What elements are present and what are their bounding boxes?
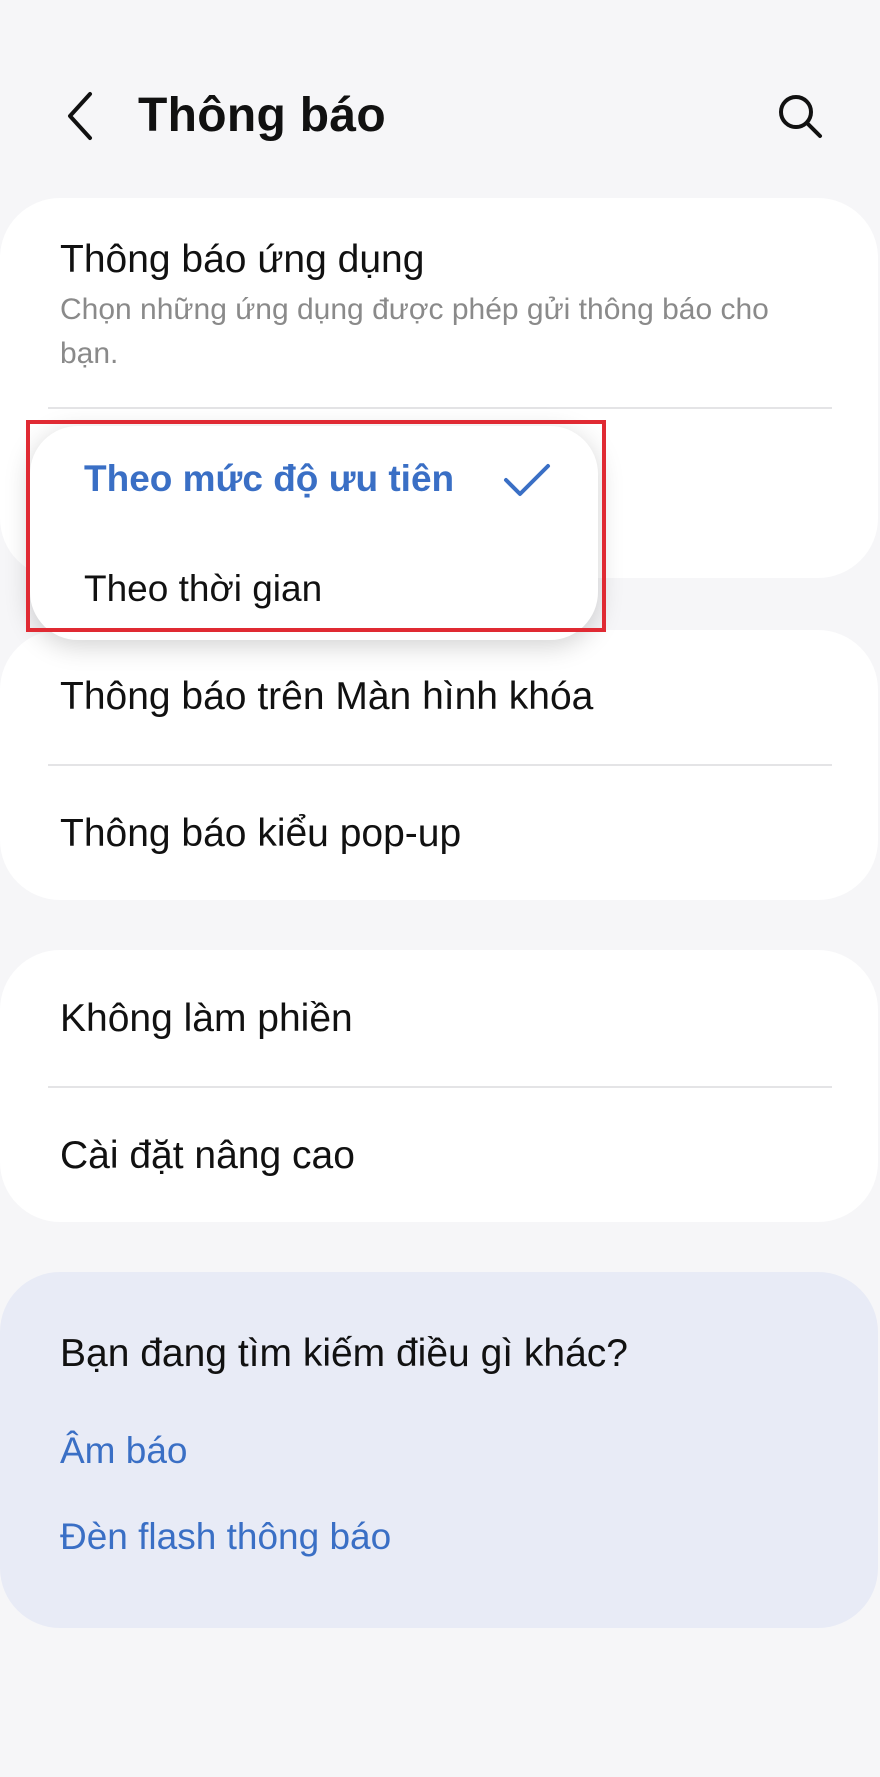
- advanced-settings-item[interactable]: Cài đặt nâng cao: [60, 1132, 355, 1180]
- dropdown-option-time[interactable]: Theo thời gian: [84, 566, 322, 612]
- back-button[interactable]: [52, 88, 108, 144]
- lockscreen-notifications-item[interactable]: Thông báo trên Màn hình khóa: [60, 673, 593, 721]
- dropdown-option-priority[interactable]: Theo mức độ ưu tiên: [84, 456, 454, 502]
- suggestions-heading: Bạn đang tìm kiếm điều gì khác?: [60, 1332, 628, 1375]
- do-not-disturb-item[interactable]: Không làm phiền: [60, 995, 353, 1043]
- search-icon: [779, 95, 822, 138]
- ringtone-link[interactable]: Âm báo: [60, 1428, 188, 1474]
- app-notifications-item[interactable]: Thông báo ứng dụng: [60, 236, 424, 284]
- chevron-left-icon: [68, 92, 92, 140]
- flash-notification-link[interactable]: Đèn flash thông báo: [60, 1514, 391, 1560]
- divider: [48, 1086, 832, 1088]
- search-button[interactable]: [772, 88, 828, 144]
- check-icon: [504, 464, 550, 496]
- page-title: Thông báo: [138, 89, 386, 142]
- divider: [48, 407, 832, 409]
- popup-notifications-item[interactable]: Thông báo kiểu pop-up: [60, 810, 461, 858]
- divider: [48, 764, 832, 766]
- header-bar: Thông báo: [0, 0, 880, 200]
- app-notifications-subtitle: Chọn những ứng dụng được phép gửi thông …: [60, 293, 769, 370]
